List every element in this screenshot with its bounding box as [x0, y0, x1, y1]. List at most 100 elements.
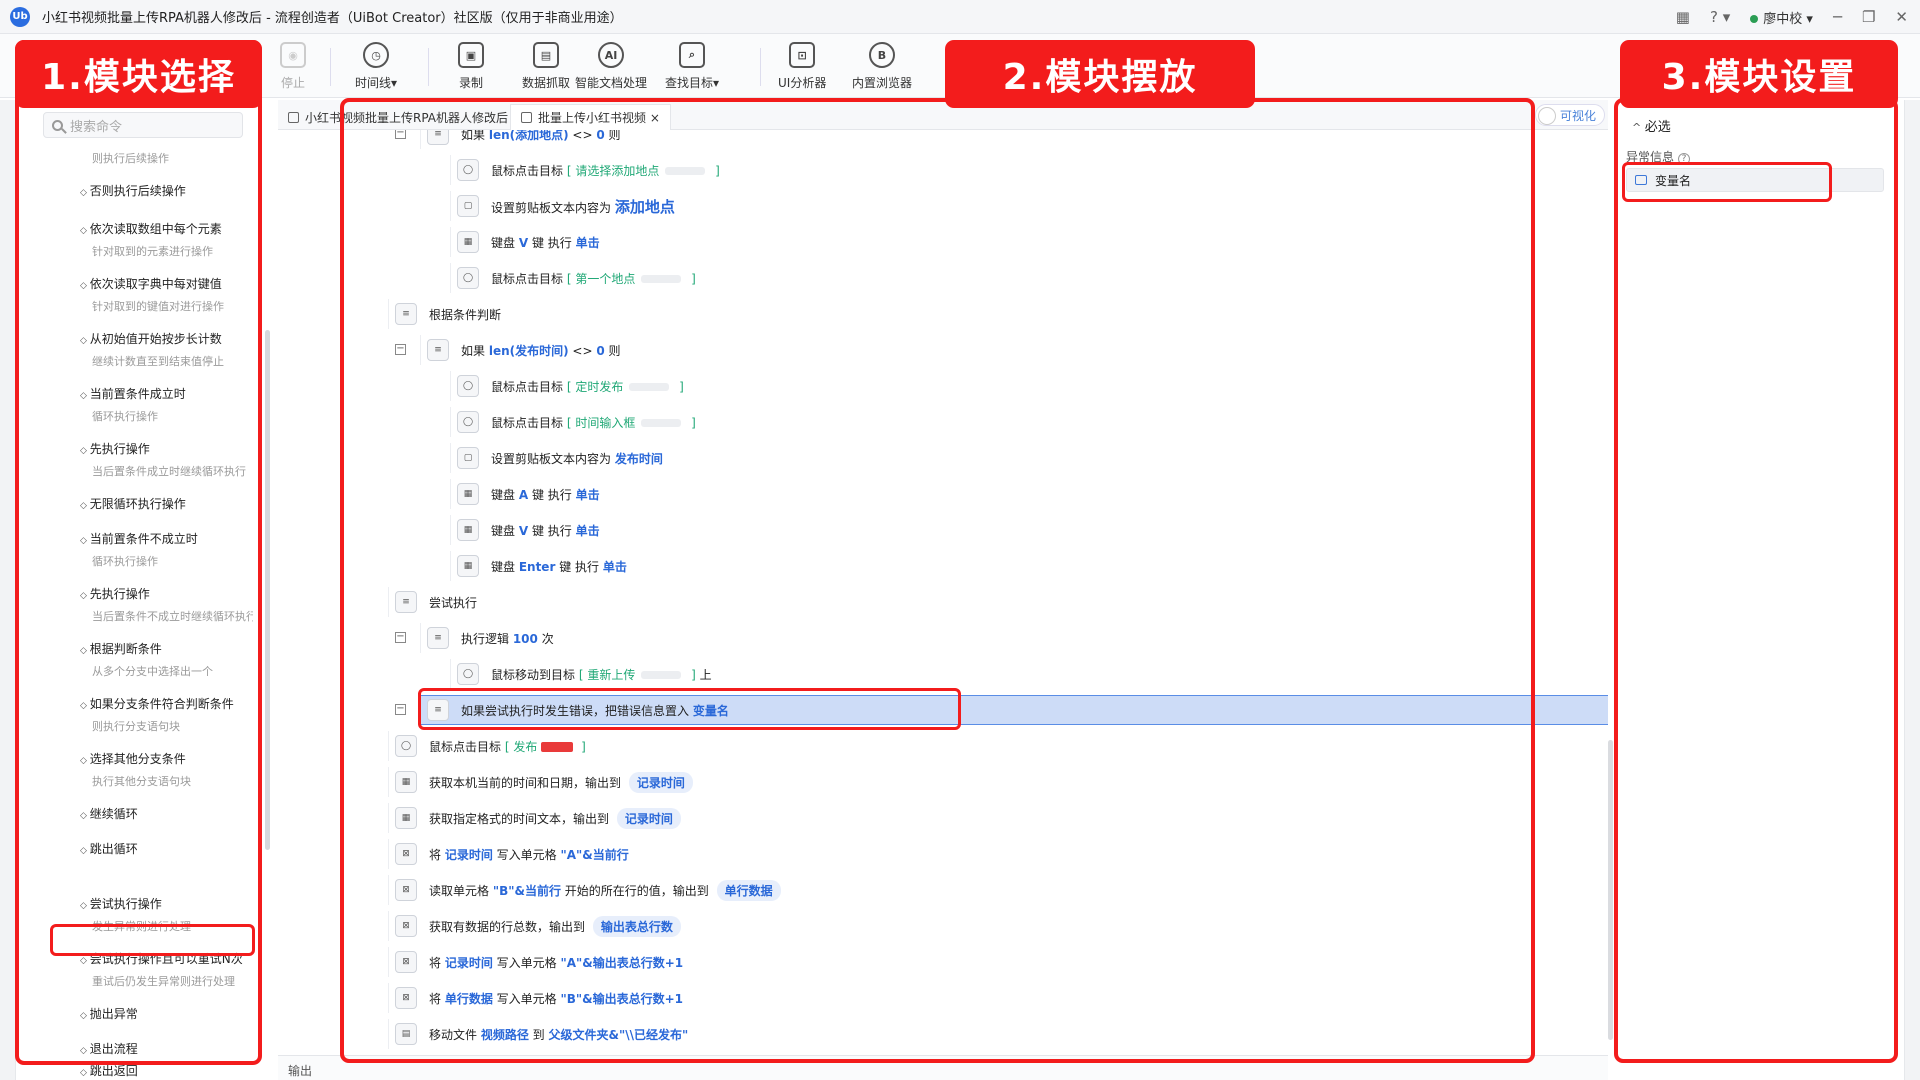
layout-icon[interactable]: ▦	[1676, 8, 1690, 26]
flow-block[interactable]: ▤ 移动文件 视频路径 到 父级文件夹&"\\已经发布"	[388, 1019, 1598, 1049]
flow-row[interactable]: 64▦键盘 A 键 执行 单击	[338, 476, 1608, 512]
browser-button[interactable]: B 内置浏览器	[852, 42, 912, 91]
flow-row[interactable]: 57▦键盘 V 键 执行 单击	[338, 224, 1608, 260]
flow-block[interactable]: ◯ 鼠标点击目标 [ 请选择添加地点 ]	[450, 155, 1598, 185]
flow-row[interactable]: 58◯鼠标点击目标 [ 第一个地点 ]	[338, 260, 1608, 296]
flow-block[interactable]: ◯ 鼠标点击目标 [ 时间输入框 ]	[450, 407, 1598, 437]
command-item[interactable]: 无限循环执行操作	[80, 495, 253, 512]
flow-block[interactable]: ≡ 根据条件判断	[388, 299, 1598, 329]
flow-row[interactable]: 78⊠将 记录时间 写入单元格 "A"&输出表总行数+1	[338, 944, 1608, 980]
command-item[interactable]: 继续循环	[80, 805, 253, 822]
flow-row[interactable]: 61◯鼠标点击目标 [ 定时发布 ]	[338, 368, 1608, 404]
flow-block[interactable]: ≡ 如果尝试执行时发生错误，把错误信息置入 变量名	[420, 695, 1608, 725]
collapse-icon[interactable]: −	[395, 344, 406, 355]
editor-scrollbar[interactable]	[1608, 740, 1613, 1040]
flow-block[interactable]: ⊠ 将 记录时间 写入单元格 "A"&当前行	[388, 839, 1598, 869]
command-item[interactable]: 选择其他分支条件执行其他分支语句块	[80, 750, 253, 789]
command-item[interactable]: 当前置条件不成立时循环执行操作	[80, 530, 253, 569]
command-item[interactable]: 根据判断条件从多个分支中选择出一个	[80, 640, 253, 679]
collapse-icon[interactable]: −	[395, 632, 406, 643]
search-input[interactable]: 搜索命令	[43, 112, 243, 138]
flow-row[interactable]: 73▦获取本机当前的时间和日期，输出到 记录时间	[338, 764, 1608, 800]
flow-row[interactable]: 72◯鼠标点击目标 [ 发布 ]	[338, 728, 1608, 764]
close-button[interactable]: ✕	[1895, 8, 1908, 26]
flow-block[interactable]: ▢ 设置剪贴板文本内容为 添加地点	[450, 191, 1598, 221]
stop-button[interactable]: ◉ 停止	[280, 42, 306, 91]
flow-row[interactable]: 79⊠将 单行数据 写入单元格 "B"&输出表总行数+1	[338, 980, 1608, 1016]
flow-block[interactable]: ◯ 鼠标点击目标 [ 发布 ]	[388, 731, 1598, 761]
flow-block[interactable]: ▦ 键盘 Enter 键 执行 单击	[450, 551, 1598, 581]
command-scrollbar[interactable]	[265, 330, 270, 850]
question-icon[interactable]: ?	[1678, 153, 1691, 165]
flow-block[interactable]: ≡ 尝试执行	[388, 587, 1598, 617]
command-item[interactable]: 尝试执行操作且可以重试N次重试后仍发生异常则进行处理	[80, 950, 253, 989]
flow-row[interactable]: 68≡尝试执行	[338, 584, 1608, 620]
find-target-button[interactable]: ⌕ 查找目标▾	[665, 42, 719, 91]
command-item[interactable]: 抛出异常	[80, 1005, 253, 1022]
command-item[interactable]: 则执行后续操作	[80, 150, 253, 166]
flow-row[interactable]: 65▦键盘 V 键 执行 单击	[338, 512, 1608, 548]
flow-row[interactable]: 69◯鼠标移动到目标 [ 重新上传 ] 上	[338, 656, 1608, 692]
command-item[interactable]: 依次读取数组中每个元素针对取到的元素进行操作	[80, 220, 253, 259]
ai-doc-button[interactable]: AI 智能文档处理	[575, 42, 647, 91]
flow-block[interactable]: ≡ 执行逻辑 100 次	[420, 623, 1598, 653]
flow-block[interactable]: ≡ 如果 len(发布时间) <> 0 则	[420, 335, 1598, 365]
flow-row[interactable]: 75⊠将 记录时间 写入单元格 "A"&当前行	[338, 836, 1608, 872]
minimize-button[interactable]: ─	[1833, 8, 1842, 26]
flow-row[interactable]: 80▤移动文件 视频路径 到 父级文件夹&"\\已经发布"	[338, 1016, 1608, 1052]
collapse-icon[interactable]: −	[395, 704, 406, 715]
flow-row[interactable]: 76⊠读取单元格 "B"&当前行 开始的所在行的值，输出到 单行数据	[338, 872, 1608, 908]
flow-row[interactable]: 74▦获取指定格式的时间文本，输出到 记录时间	[338, 800, 1608, 836]
flow-row[interactable]: 77⊠获取有数据的行总数，输出到 输出表总行数	[338, 908, 1608, 944]
command-item[interactable]: 退出流程	[80, 1040, 253, 1057]
flow-block[interactable]: ◯ 鼠标移动到目标 [ 重新上传 ] 上	[450, 659, 1598, 689]
collapse-icon[interactable]: −	[395, 130, 406, 139]
output-panel[interactable]: 输出	[278, 1055, 1608, 1080]
flow-row[interactable]: 55◯鼠标点击目标 [ 请选择添加地点 ]	[338, 152, 1608, 188]
flow-block[interactable]: ◯ 鼠标点击目标 [ 定时发布 ]	[450, 371, 1598, 401]
flow-block[interactable]: ⊠ 获取有数据的行总数，输出到 输出表总行数	[388, 911, 1598, 941]
flow-block[interactable]: ▦ 获取本机当前的时间和日期，输出到 记录时间	[388, 767, 1598, 797]
flow-row-selected[interactable]: 70−≡如果尝试执行时发生错误，把错误信息置入 变量名	[338, 692, 1608, 728]
exception-variable-input[interactable]: 变量名	[1626, 168, 1884, 192]
flow-block[interactable]: ▦ 键盘 A 键 执行 单击	[450, 479, 1598, 509]
flow-row[interactable]: 60≡根据条件判断	[338, 296, 1608, 332]
flow-row[interactable]: 60−≡如果 len(发布时间) <> 0 则	[338, 332, 1608, 368]
command-item[interactable]: 如果分支条件符合判断条件则执行分支语句块	[80, 695, 253, 734]
flow-block[interactable]: ▦ 键盘 V 键 执行 单击	[450, 227, 1598, 257]
user-menu[interactable]: 廖中校 ▾	[1750, 8, 1813, 27]
command-item[interactable]: 跳出返回	[80, 1062, 253, 1079]
help-icon[interactable]: ? ▾	[1710, 8, 1730, 26]
visual-toggle[interactable]: 可视化	[1535, 104, 1605, 126]
data-grab-button[interactable]: ▤ 数据抓取	[522, 42, 570, 91]
flow-row[interactable]: 54−≡如果 len(添加地点) <> 0 则	[338, 130, 1608, 152]
command-item[interactable]: 否则执行后续操作	[80, 182, 253, 199]
command-item[interactable]: 从初始值开始按步长计数继续计数直至到结束值停止	[80, 330, 253, 369]
command-item[interactable]: 先执行操作当后置条件成立时继续循环执行	[80, 440, 253, 479]
record-button[interactable]: ▣ 录制	[458, 42, 484, 91]
required-section-header[interactable]: 必选	[1632, 116, 1671, 135]
tab-main-flow[interactable]: 小红书视频批量上传RPA机器人修改后	[278, 104, 518, 130]
flow-row[interactable]: 66▦键盘 Enter 键 执行 单击	[338, 548, 1608, 584]
ui-analyzer-button[interactable]: ⊡ UI分析器	[778, 42, 826, 91]
command-item[interactable]: 跳出循环	[80, 840, 253, 857]
tab-subflow[interactable]: 批量上传小红书视频 ×	[510, 104, 671, 130]
command-item[interactable]: 先执行操作当后置条件不成立时继续循环执行	[80, 585, 253, 624]
flow-block[interactable]: ≡ 如果 len(添加地点) <> 0 则	[420, 130, 1598, 149]
maximize-button[interactable]: ❐	[1862, 8, 1875, 26]
flow-block[interactable]: ⊠ 将 单行数据 写入单元格 "B"&输出表总行数+1	[388, 983, 1598, 1013]
command-item[interactable]: 尝试执行操作发生异常则进行处理	[80, 895, 253, 934]
command-item[interactable]: 依次读取字典中每对键值针对取到的键值对进行操作	[80, 275, 253, 314]
command-item[interactable]: 当前置条件成立时循环执行操作	[80, 385, 253, 424]
flow-block[interactable]: ▦ 键盘 V 键 执行 单击	[450, 515, 1598, 545]
clock-button[interactable]: ◷ 时间线▾	[355, 42, 397, 91]
flow-row[interactable]: 56▢设置剪贴板文本内容为 添加地点	[338, 188, 1608, 224]
flow-row[interactable]: 62◯鼠标点击目标 [ 时间输入框 ]	[338, 404, 1608, 440]
flow-block[interactable]: ⊠ 读取单元格 "B"&当前行 开始的所在行的值，输出到 单行数据	[388, 875, 1598, 905]
flow-block[interactable]: ◯ 鼠标点击目标 [ 第一个地点 ]	[450, 263, 1598, 293]
flow-block[interactable]: ⊠ 将 记录时间 写入单元格 "A"&输出表总行数+1	[388, 947, 1598, 977]
flow-row[interactable]: 63▢设置剪贴板文本内容为 发布时间	[338, 440, 1608, 476]
flow-row[interactable]: 68−≡执行逻辑 100 次	[338, 620, 1608, 656]
flow-block[interactable]: ▦ 获取指定格式的时间文本，输出到 记录时间	[388, 803, 1598, 833]
flow-block[interactable]: ▢ 设置剪贴板文本内容为 发布时间	[450, 443, 1598, 473]
